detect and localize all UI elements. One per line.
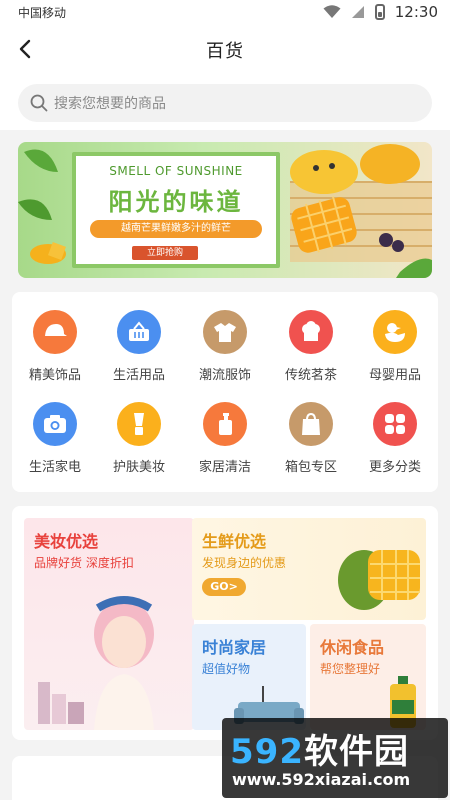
watermark-url: www.592xiazai.com <box>232 770 411 789</box>
watermark-brand: 软件园 <box>303 732 409 772</box>
search-input[interactable]: 搜索您想要的商品 <box>18 84 432 122</box>
promo-beauty-subtitle: 品牌好货 深度折扣 <box>34 556 134 570</box>
category-label: 护肤美妆 <box>112 460 165 475</box>
promo-fresh-subtitle: 发现身边的优惠 <box>202 556 287 570</box>
signal-icon <box>351 6 364 18</box>
wifi-icon <box>323 5 341 18</box>
status-time: 12:30 <box>394 3 438 21</box>
page-title: 百货 <box>206 41 244 62</box>
banner-title: 阳光的味道 <box>108 188 244 216</box>
category-skincare[interactable]: 护肤美妆 <box>96 392 182 480</box>
promo-snack-subtitle: 帮您整理好 <box>320 662 381 676</box>
cosmetics-icon <box>117 402 161 446</box>
promo-section: 美妆优选 品牌好货 深度折扣 生鲜优选 发现身边的优惠 GO> 时尚家居 超值好… <box>12 506 438 740</box>
category-daily-goods[interactable]: 生活用品 <box>96 300 182 388</box>
back-button[interactable] <box>14 38 36 60</box>
grid-icon <box>373 402 417 446</box>
category-label: 箱包专区 <box>284 460 337 475</box>
banner-card: SMELL OF SUNSHINE 阳光的味道 越南芒果鲜嫩多汁的鲜芒 立即抢购 <box>72 152 280 268</box>
carrier-name: 中国移动 <box>18 5 67 20</box>
leaf-decoration <box>18 149 66 264</box>
search-icon <box>30 94 48 112</box>
promo-home-subtitle: 超值好物 <box>202 662 251 676</box>
nav-bar: 百货 <box>0 24 450 76</box>
category-tea[interactable]: 传统茗茶 <box>268 300 354 388</box>
bag-icon <box>289 402 333 446</box>
promo-fresh-card[interactable]: 生鲜优选 发现身边的优惠 GO> <box>192 518 426 620</box>
promo-home-card[interactable]: 时尚家居 超值好物 <box>192 624 306 730</box>
promo-home-title: 时尚家居 <box>202 638 267 657</box>
chevron-left-icon <box>19 39 31 59</box>
category-label: 家居清洁 <box>198 460 251 475</box>
category-appliances[interactable]: 生活家电 <box>12 392 98 480</box>
promo-banner[interactable]: SMELL OF SUNSHINE 阳光的味道 越南芒果鲜嫩多汁的鲜芒 立即抢购 <box>18 142 432 278</box>
category-jewelry[interactable]: 精美饰品 <box>12 300 98 388</box>
category-more[interactable]: 更多分类 <box>352 392 438 480</box>
status-bar: 中国移动 12:30 <box>0 0 450 24</box>
tshirt-icon <box>203 310 247 354</box>
category-label: 传统茗茶 <box>284 368 337 383</box>
category-bags[interactable]: 箱包专区 <box>268 392 354 480</box>
model-illustration <box>38 596 154 730</box>
duck-icon <box>373 310 417 354</box>
promo-beauty-card[interactable]: 美妆优选 品牌好货 深度折扣 <box>24 518 194 730</box>
search-section: 搜索您想要的商品 <box>0 76 450 130</box>
promo-snack-card[interactable]: 休闲食品 帮您整理好 <box>310 624 426 730</box>
banner-buy-button[interactable]: 立即抢购 <box>132 246 198 260</box>
promo-snack-title: 休闲食品 <box>320 638 385 657</box>
category-label: 潮流服饰 <box>198 368 251 383</box>
watermark-number: 592 <box>230 732 304 772</box>
mango-illustration <box>290 144 432 278</box>
promo-beauty-title: 美妆优选 <box>34 532 99 551</box>
battery-icon <box>374 4 385 20</box>
category-grid: 精美饰品 生活用品 潮流服饰 传统茗茶 母婴用品 生活家电 护肤美妆 家居清洁 … <box>12 292 438 492</box>
category-baby[interactable]: 母婴用品 <box>352 300 438 388</box>
status-icons: 12:30 <box>323 3 438 21</box>
banner-english-title: SMELL OF SUNSHINE <box>109 164 243 178</box>
banner-subtitle: 越南芒果鲜嫩多汁的鲜芒 <box>90 220 262 238</box>
cap-icon <box>33 310 77 354</box>
category-label: 母婴用品 <box>368 368 421 383</box>
promo-fresh-go-button[interactable]: GO> <box>202 578 246 596</box>
category-label: 精美饰品 <box>28 368 81 383</box>
category-label: 更多分类 <box>368 460 421 475</box>
mango-image <box>338 550 420 610</box>
site-watermark: 592软件园 www.592xiazai.com <box>222 718 448 798</box>
category-label: 生活用品 <box>112 368 165 383</box>
bottle-icon <box>203 402 247 446</box>
basket-icon <box>117 310 161 354</box>
search-placeholder: 搜索您想要的商品 <box>54 96 166 112</box>
tea-icon <box>289 310 333 354</box>
category-fashion[interactable]: 潮流服饰 <box>182 300 268 388</box>
camera-icon <box>33 402 77 446</box>
category-cleaning[interactable]: 家居清洁 <box>182 392 268 480</box>
promo-fresh-title: 生鲜优选 <box>202 532 267 551</box>
category-label: 生活家电 <box>28 460 81 475</box>
